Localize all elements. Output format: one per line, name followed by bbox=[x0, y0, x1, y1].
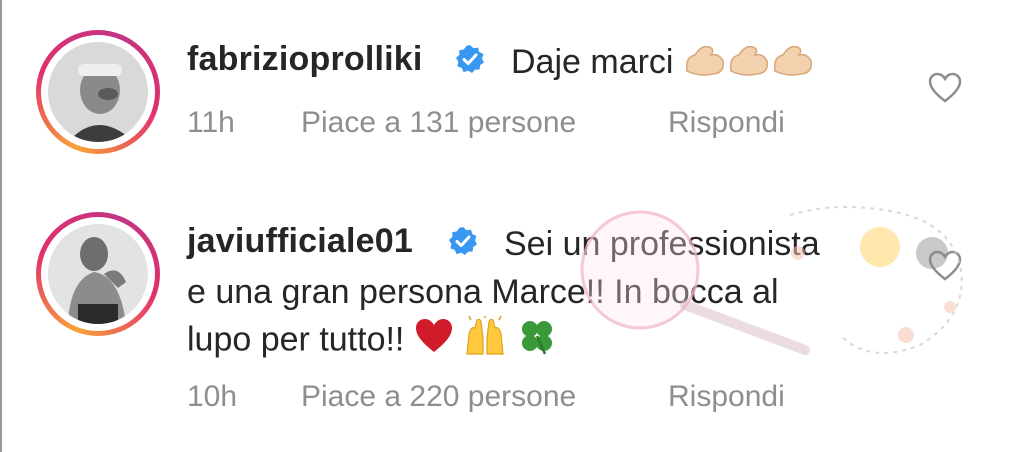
raising-hands-emoji-icon bbox=[463, 314, 507, 367]
avatar-photo bbox=[48, 224, 148, 324]
reply-button[interactable]: Rispondi bbox=[668, 380, 785, 414]
verified-badge-icon bbox=[449, 227, 477, 255]
username[interactable]: javiufficiale01 bbox=[187, 222, 413, 261]
comment-text-line3-body: lupo per tutto!! bbox=[187, 320, 405, 359]
comment-item: javiufficiale01 Sei un professionista e … bbox=[0, 0, 1024, 452]
comment-time: 10h bbox=[187, 380, 238, 413]
four-leaf-clover-emoji-icon bbox=[517, 316, 557, 367]
avatar[interactable] bbox=[36, 212, 160, 336]
comment-text-line2: e una gran persona Marce!! In bocca al bbox=[187, 273, 779, 311]
comment-text-line1: Sei un professionista bbox=[504, 225, 820, 263]
like-heart-icon[interactable] bbox=[928, 250, 962, 282]
red-heart-emoji-icon bbox=[414, 317, 454, 366]
comment-text-line3: lupo per tutto!! bbox=[187, 314, 557, 367]
likes-count-link[interactable]: Piace a 220 persone bbox=[301, 380, 576, 414]
